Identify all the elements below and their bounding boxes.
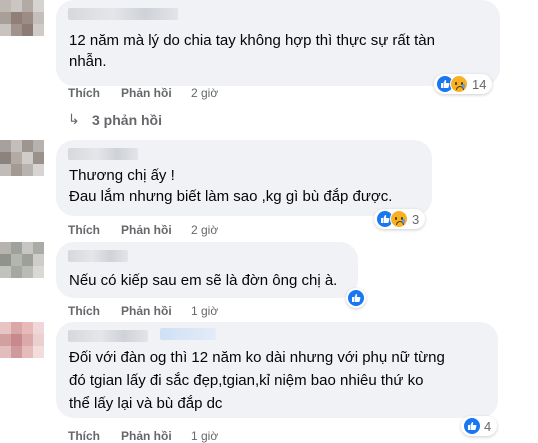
comment-bubble: 12 năm mà lý do chia tay không hợp thì t… [56, 0, 500, 94]
comment-text-line: Nếu có kiếp sau em sẽ là đờn ông chị à. [69, 272, 338, 289]
timestamp[interactable]: 1 giờ [191, 429, 218, 443]
reply-button[interactable]: Phản hồi [121, 223, 172, 237]
comment-bubble: Đối với đàn og thì 12 năm ko dài nhưng v… [56, 322, 498, 436]
reaction-count: 3 [412, 211, 420, 227]
like-button[interactable]: Thích [68, 223, 100, 237]
reaction-count: 4 [484, 418, 492, 434]
comment-text-line: nhẫn. [69, 53, 107, 70]
reaction-summary[interactable]: 3 [374, 209, 426, 229]
comment-text-line: 12 năm mà lý do chia tay không hợp thì t… [69, 32, 435, 49]
author-name[interactable] [68, 250, 128, 262]
avatar[interactable] [0, 242, 44, 278]
author-badge [160, 328, 216, 340]
reaction-count: 14 [472, 76, 487, 92]
like-button[interactable]: Thích [68, 86, 100, 100]
timestamp[interactable]: 2 giờ [191, 86, 218, 100]
comment-text-line: đó tgian lấy đi sắc đẹp,tgian,kỉ niệm ba… [69, 372, 424, 389]
comment-text-line: Thương chị ấy ! [69, 167, 175, 184]
reaction-summary[interactable]: 14 [434, 74, 493, 94]
author-name[interactable] [68, 148, 138, 160]
comment-bubble: Nếu có kiếp sau em sẽ là đờn ông chị à. [56, 242, 366, 308]
like-icon [348, 290, 364, 306]
reply-button[interactable]: Phản hồi [121, 304, 172, 318]
comment-text-line: Đau lắm nhưng biết làm sao ,kg gì bù đắp… [69, 188, 393, 205]
author-name[interactable] [68, 8, 178, 20]
timestamp[interactable]: 1 giờ [191, 304, 218, 318]
author-name[interactable] [68, 330, 148, 342]
avatar[interactable] [0, 322, 44, 358]
like-icon [464, 418, 480, 434]
reply-button[interactable]: Phản hồi [121, 429, 172, 443]
comment-text-line: Đối với đàn og thì 12 năm ko dài nhưng v… [69, 349, 445, 366]
like-button[interactable]: Thích [68, 304, 100, 318]
like-button[interactable]: Thích [68, 429, 100, 443]
comment-bubble: Thương chị ấy ! Đau lắm nhưng biết làm s… [56, 140, 432, 229]
reaction-summary[interactable]: 4 [461, 416, 498, 436]
timestamp[interactable]: 2 giờ [191, 223, 218, 237]
sad-icon [390, 210, 408, 228]
sad-icon [450, 75, 468, 93]
reply-arrow-icon: ↳ [68, 111, 80, 127]
comment-text-line: thể lấy lại và bù đắp dc [69, 395, 223, 412]
replies-label: 3 phản hồi [92, 112, 162, 128]
reaction-summary[interactable] [346, 288, 366, 308]
avatar[interactable] [0, 0, 44, 36]
avatar[interactable] [0, 140, 44, 176]
reply-button[interactable]: Phản hồi [121, 86, 172, 100]
